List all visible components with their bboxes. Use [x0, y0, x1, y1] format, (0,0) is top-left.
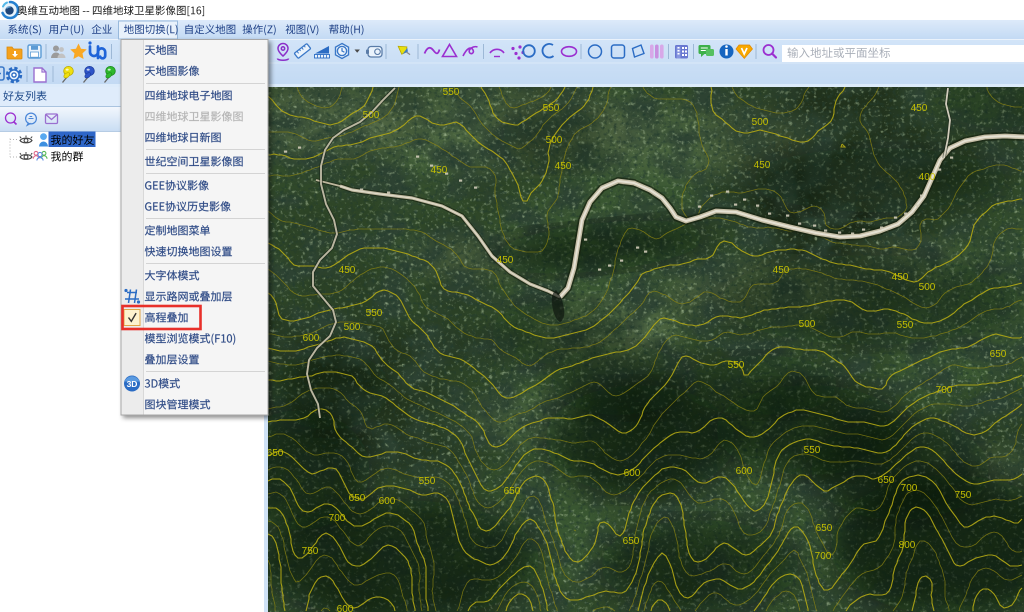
svg-text:3D: 3D: [127, 379, 138, 389]
